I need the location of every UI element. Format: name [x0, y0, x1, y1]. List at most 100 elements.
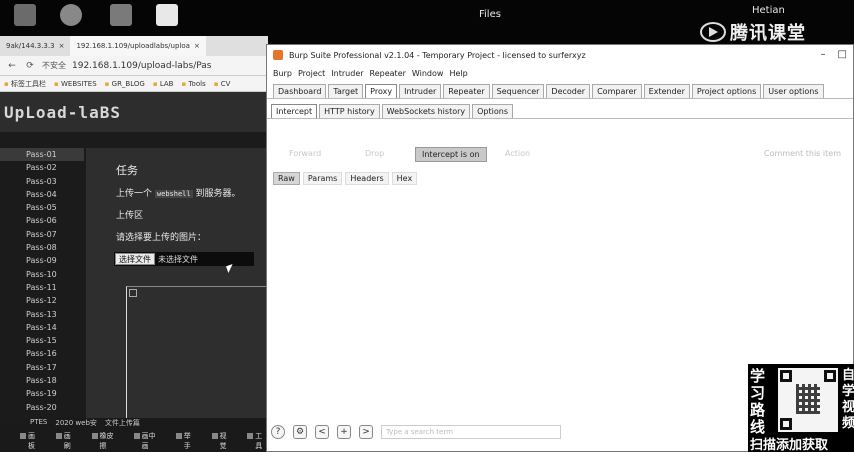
bookmark-item[interactable]: WEBSITES: [54, 80, 97, 88]
sidebar-item-pass[interactable]: Pass-13: [0, 308, 84, 321]
toolbar-item[interactable]: 画中画: [133, 431, 161, 451]
sidebar-item-pass[interactable]: Pass-05: [0, 201, 84, 214]
tab-decoder[interactable]: Decoder: [546, 84, 591, 98]
reload-icon[interactable]: ⟳: [24, 61, 36, 71]
site-logo[interactable]: UpLoad-laBS: [4, 103, 121, 122]
security-warning[interactable]: 不安全: [42, 60, 66, 71]
sidebar-item-pass[interactable]: Pass-16: [0, 347, 84, 360]
sidebar-item-pass[interactable]: Pass-18: [0, 374, 84, 387]
burp-logo-icon: [273, 50, 283, 60]
classroom-toolbar: 画板 画刷 橡皮擦 画中画 举手 视觉 工具: [0, 432, 268, 450]
maximize-icon[interactable]: □: [838, 49, 847, 60]
action-button[interactable]: Action: [499, 147, 536, 162]
help-button[interactable]: ?: [271, 425, 285, 439]
menu-intruder[interactable]: Intruder: [331, 69, 363, 78]
next-button[interactable]: >: [359, 425, 373, 439]
file-input[interactable]: 选择文件 未选择文件: [114, 252, 254, 266]
minimize-icon[interactable]: –: [821, 49, 826, 60]
tab-headers[interactable]: Headers: [345, 172, 389, 185]
close-icon[interactable]: ×: [194, 42, 200, 50]
toolbar-item[interactable]: 视觉: [211, 431, 233, 451]
sidebar-item-pass[interactable]: Pass-08: [0, 241, 84, 254]
tab-repeater[interactable]: Repeater: [443, 84, 490, 98]
sidebar-item-pass[interactable]: Pass-03: [0, 175, 84, 188]
tab-raw[interactable]: Raw: [273, 172, 300, 185]
menu-burp[interactable]: Burp: [273, 69, 292, 78]
select-image-label: 请选择要上传的图片：: [116, 233, 207, 243]
menu-window[interactable]: Window: [412, 69, 444, 78]
sidebar-item-pass[interactable]: Pass-12: [0, 294, 84, 307]
browser-tabbar: 9ak/144.3.3.3 × 192.168.1.109/uploadlabs/…: [0, 36, 268, 56]
menu-project[interactable]: Project: [298, 69, 325, 78]
intercept-toggle-button[interactable]: Intercept is on: [415, 147, 487, 162]
sidebar-item-pass[interactable]: Pass-01: [0, 148, 84, 162]
sidebar-item-pass[interactable]: Pass-07: [0, 228, 84, 241]
upload-area-title: 上传区: [116, 211, 144, 221]
subtab-http-history[interactable]: HTTP history: [319, 104, 380, 118]
toolbar-item[interactable]: 工具: [247, 431, 268, 451]
tab-sequencer[interactable]: Sequencer: [491, 84, 545, 98]
qr-code-icon[interactable]: [778, 368, 838, 432]
tab-extender[interactable]: Extender: [643, 84, 690, 98]
tab-hex[interactable]: Hex: [391, 172, 418, 185]
ad-bottom-text: 扫描添加获取: [750, 438, 829, 452]
url-input[interactable]: 192.168.1.109/upload-labs/Pas: [72, 61, 211, 71]
bookmark-item[interactable]: Tools: [181, 80, 205, 88]
search-input[interactable]: Type a search term: [381, 425, 561, 439]
subtab-options[interactable]: Options: [472, 104, 513, 118]
tab-proxy[interactable]: Proxy: [365, 84, 398, 98]
sidebar-item-pass[interactable]: Pass-17: [0, 361, 84, 374]
tab-target[interactable]: Target: [328, 84, 364, 98]
browser-tab[interactable]: 9ak/144.3.3.3 ×: [0, 36, 70, 56]
sidebar-item-pass[interactable]: Pass-10: [0, 268, 84, 281]
toolbar-item[interactable]: 橡皮擦: [91, 431, 119, 451]
document-icon[interactable]: [156, 4, 178, 26]
tab-user-options[interactable]: User options: [763, 84, 824, 98]
subtab-intercept[interactable]: Intercept: [271, 104, 318, 118]
burp-titlebar: Burp Suite Professional v2.1.04 - Tempor…: [267, 45, 853, 65]
menu-help[interactable]: Help: [449, 69, 467, 78]
sidebar-item-pass[interactable]: Pass-09: [0, 254, 84, 267]
toolbar-item[interactable]: 画板: [20, 431, 41, 451]
sidebar-item-pass[interactable]: Pass-15: [0, 334, 84, 347]
computer-icon[interactable]: [14, 4, 36, 26]
sidebar-item-pass[interactable]: Pass-11: [0, 281, 84, 294]
drop-button[interactable]: Drop: [359, 147, 390, 162]
shield-icon[interactable]: [60, 4, 82, 26]
tab-comparer[interactable]: Comparer: [592, 84, 642, 98]
back-icon[interactable]: ←: [6, 61, 18, 71]
browser-tab-active[interactable]: 192.168.1.109/uploadlabs/uploa ×: [70, 36, 206, 56]
sidebar-item-pass[interactable]: Pass-19: [0, 387, 84, 400]
comment-input[interactable]: Comment this item: [764, 149, 841, 158]
browser-window: 9ak/144.3.3.3 × 192.168.1.109/uploadlabs/…: [0, 36, 268, 430]
sidebar-item-pass[interactable]: Pass-06: [0, 214, 84, 227]
tab-intruder[interactable]: Intruder: [399, 84, 442, 98]
sidebar-item-pass[interactable]: Pass-04: [0, 188, 84, 201]
toolbar-item[interactable]: 画刷: [55, 431, 77, 451]
subtab-websockets-history[interactable]: WebSockets history: [381, 104, 471, 118]
sidebar-item-pass[interactable]: Pass-20: [0, 401, 84, 414]
tab-dashboard[interactable]: Dashboard: [273, 84, 327, 98]
add-button[interactable]: +: [337, 425, 351, 439]
menu-repeater[interactable]: Repeater: [370, 69, 406, 78]
previous-button[interactable]: <: [315, 425, 329, 439]
bookmark-item[interactable]: CV: [214, 80, 231, 88]
qr-advert: 学习路线 自学视频 扫描添加获取: [748, 364, 854, 452]
bookmark-item[interactable]: LAB: [153, 80, 174, 88]
tab-params[interactable]: Params: [302, 172, 343, 185]
toolbar-item[interactable]: 举手: [175, 431, 197, 451]
sidebar-item-pass[interactable]: Pass-02: [0, 161, 84, 174]
sidebar-item-pass[interactable]: Pass-14: [0, 321, 84, 334]
close-icon[interactable]: ×: [59, 42, 65, 50]
settings-gear-icon[interactable]: ⚙: [293, 425, 307, 439]
tencent-classroom-logo: 腾讯课堂: [700, 18, 806, 46]
forward-button[interactable]: Forward: [283, 147, 327, 162]
app-icon[interactable]: [110, 4, 132, 26]
bookmark-item[interactable]: 标签工具栏: [4, 79, 46, 89]
broken-image-icon: [129, 289, 137, 297]
address-bar: ← ⟳ 不安全 192.168.1.109/upload-labs/Pas: [0, 56, 268, 76]
choose-file-button[interactable]: 选择文件: [115, 253, 155, 265]
tab-project-options[interactable]: Project options: [691, 84, 762, 98]
bookmark-item[interactable]: GR_BLOG: [105, 80, 145, 88]
pass-sidebar: Pass-01 Pass-02 Pass-03 Pass-04 Pass-05 Pass-…: [0, 148, 84, 418]
